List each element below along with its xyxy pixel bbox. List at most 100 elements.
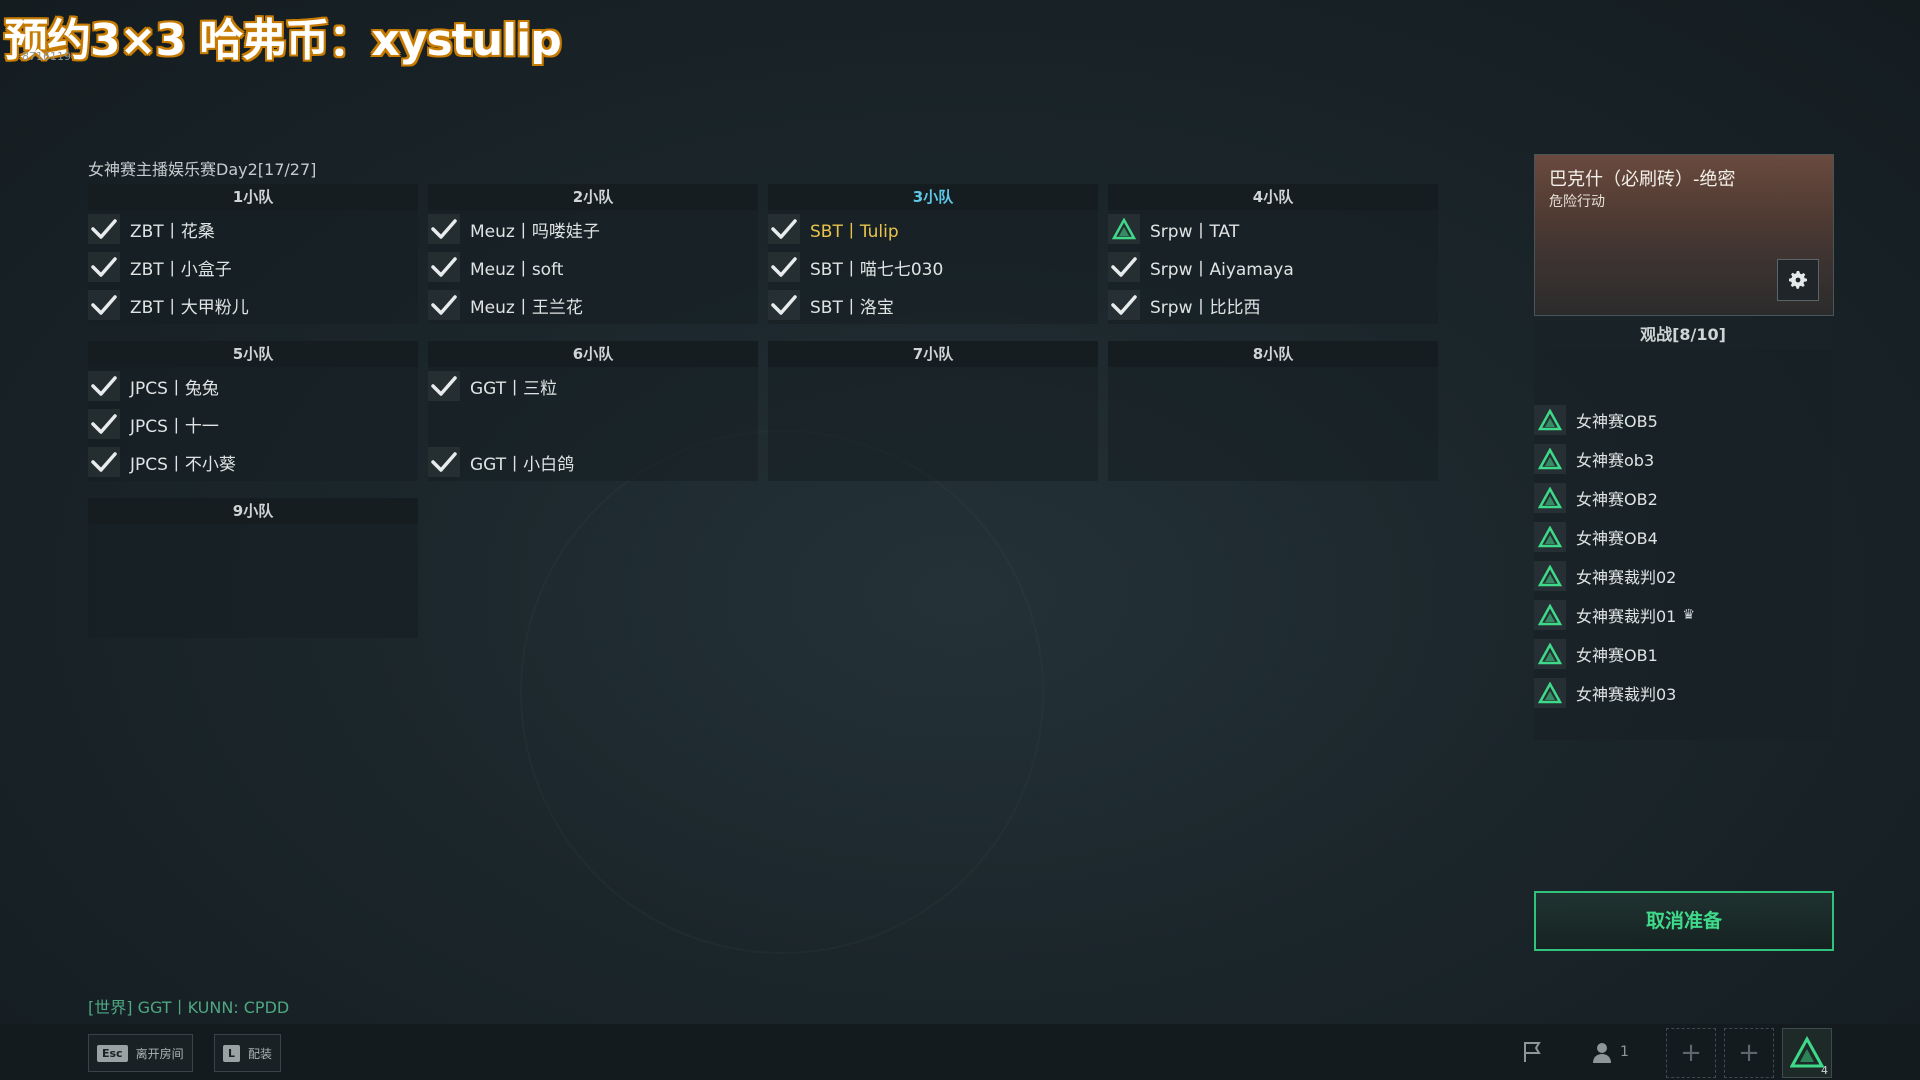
member-name: Meuz丨王兰花 [470, 297, 583, 318]
checkmark-icon [1108, 252, 1140, 282]
checkmark-icon [1108, 290, 1140, 320]
team-member[interactable]: Meuz丨王兰花 [428, 286, 758, 324]
team-member[interactable]: GGT丨小白鸽 [428, 443, 758, 481]
triangle-status-icon [1534, 482, 1566, 513]
triangle-status-icon [1534, 404, 1566, 435]
team-member[interactable]: ZBT丨小盒子 [88, 248, 418, 286]
member-name: ZBT丨花桑 [130, 221, 215, 242]
checkmark-icon [88, 371, 120, 401]
team-member[interactable]: Meuz丨吗喽娃子 [428, 210, 758, 248]
map-card: 巴克什（必刷砖）-绝密 危险行动 [1534, 154, 1834, 316]
triangle-status-icon [1534, 560, 1566, 591]
checkmark-icon [88, 252, 120, 282]
spectator-list: 女神赛OB5 女神赛ob3 女神赛OB2 女神赛OB4 女神赛裁判02 女神赛裁判01 ♛ 女… [1534, 400, 1695, 712]
member-name: SBT丨喵七七030 [810, 259, 944, 280]
team-card[interactable]: 7小队 [768, 341, 1098, 481]
esc-key-icon: Esc [97, 1044, 128, 1062]
team-header: 5小队 [88, 341, 418, 367]
team-header: 3小队 [768, 184, 1098, 210]
spectator-name: 女神赛裁判01 [1576, 606, 1677, 626]
room-name: 女神赛主播娱乐赛Day2[17/27] [88, 160, 317, 179]
team-card[interactable]: 3小队 SBT丨Tulip SBT丨喵七七030 SBT丨洛宝 [768, 184, 1098, 324]
team-member[interactable]: Srpw丨Aiyamaya [1108, 248, 1438, 286]
spectator-item[interactable]: 女神赛裁判03 [1534, 673, 1695, 712]
team-header: 1小队 [88, 184, 418, 210]
leave-room-label: 离开房间 [135, 1046, 184, 1061]
player-count: 1 [1620, 1044, 1629, 1060]
spectator-name: 女神赛OB2 [1576, 489, 1658, 509]
member-name: Meuz丨吗喽娃子 [470, 221, 600, 242]
checkmark-icon [428, 214, 460, 244]
checkmark-icon [88, 290, 120, 320]
team-card[interactable]: 8小队 [1108, 341, 1438, 481]
leave-room-button[interactable]: Esc 离开房间 [88, 1034, 193, 1072]
spectator-item[interactable]: 女神赛裁判02 [1534, 556, 1695, 595]
checkmark-icon [768, 214, 800, 244]
triangle-status-icon [1534, 521, 1566, 552]
member-name: GGT丨小白鸽 [470, 454, 575, 475]
triangle-status-icon [1108, 214, 1140, 244]
member-name: SBT丨洛宝 [810, 297, 894, 318]
team-card[interactable]: 5小队 JPCS丨兔兔 JPCS丨十一 JPCS丨不小葵 [88, 341, 418, 481]
cancel-ready-button[interactable]: 取消准备 [1534, 891, 1834, 951]
spectator-item[interactable]: 女神赛OB1 [1534, 634, 1695, 673]
team-member[interactable]: Srpw丨比比西 [1108, 286, 1438, 324]
spectator-name: 女神赛裁判02 [1576, 567, 1677, 587]
team-card[interactable]: 4小队 Srpw丨TAT Srpw丨Aiyamaya Srpw丨比比西 [1108, 184, 1438, 324]
team-member[interactable]: GGT丨三粒 [428, 367, 758, 405]
checkmark-icon [428, 447, 460, 477]
checkmark-icon [88, 214, 120, 244]
spectator-item[interactable]: 女神赛OB5 [1534, 400, 1695, 439]
checkmark-icon [428, 290, 460, 320]
team-member[interactable]: ZBT丨大甲粉儿 [88, 286, 418, 324]
team-member[interactable]: SBT丨洛宝 [768, 286, 1098, 324]
map-title: 巴克什（必刷砖）-绝密 [1549, 169, 1736, 190]
team-member[interactable]: SBT丨喵七七030 [768, 248, 1098, 286]
team-card[interactable]: 6小队 GGT丨三粒 GGT丨小白鸽 [428, 341, 758, 481]
triangle-status-icon [1534, 599, 1566, 630]
member-name: JPCS丨兔兔 [130, 378, 219, 399]
member-name: Srpw丨Aiyamaya [1150, 259, 1294, 280]
spectator-item[interactable]: 女神赛裁判01 ♛ [1534, 595, 1695, 634]
add-slot-button[interactable]: + [1666, 1028, 1716, 1078]
team-member[interactable]: Srpw丨TAT [1108, 210, 1438, 248]
team-header: 8小队 [1108, 341, 1438, 367]
member-name: ZBT丨小盒子 [130, 259, 232, 280]
team-member[interactable]: ZBT丨花桑 [88, 210, 418, 248]
member-name: SBT丨Tulip [810, 221, 899, 242]
checkmark-icon [768, 252, 800, 282]
team-card[interactable]: 2小队 Meuz丨吗喽娃子 Meuz丨soft Meuz丨王兰花 [428, 184, 758, 324]
spectator-name: 女神赛OB1 [1576, 645, 1658, 665]
spectator-panel: 观战[8/10] 女神赛OB5 女神赛ob3 女神赛OB2 女神赛OB4 女神赛裁判02… [1534, 320, 1832, 740]
team-header: 9小队 [88, 498, 418, 524]
loadout-button[interactable]: L 配装 [214, 1034, 282, 1072]
triangle-status-icon [1534, 443, 1566, 474]
background-emblem [520, 430, 1044, 954]
team-member[interactable]: Meuz丨soft [428, 248, 758, 286]
slot-count: 4 [1821, 1064, 1828, 1077]
players-indicator[interactable]: 1 [1590, 1034, 1629, 1070]
settings-gear-icon[interactable] [1777, 259, 1819, 301]
team-header: 2小队 [428, 184, 758, 210]
spectator-item[interactable]: 女神赛OB2 [1534, 478, 1695, 517]
team-member[interactable]: JPCS丨十一 [88, 405, 418, 443]
squad-slot-triangle[interactable]: 4 [1782, 1028, 1832, 1078]
add-slot-button[interactable]: + [1724, 1028, 1774, 1078]
spectator-item[interactable]: 女神赛OB4 [1534, 517, 1695, 556]
team-header: 4小队 [1108, 184, 1438, 210]
team-card[interactable]: 9小队 [88, 498, 418, 638]
spectator-item[interactable]: 女神赛ob3 [1534, 439, 1695, 478]
member-name: GGT丨三粒 [470, 378, 558, 399]
team-member[interactable]: JPCS丨不小葵 [88, 443, 418, 481]
team-header: 6小队 [428, 341, 758, 367]
flag-icon[interactable] [1520, 1034, 1546, 1070]
team-member[interactable]: JPCS丨兔兔 [88, 367, 418, 405]
team-member[interactable]: SBT丨Tulip [768, 210, 1098, 248]
person-icon [1593, 1043, 1611, 1063]
bottom-bar: Esc 离开房间 L 配装 1 + + 4 [0, 1024, 1920, 1080]
triangle-icon [1790, 1036, 1824, 1068]
l-key-icon: L [223, 1044, 241, 1062]
stream-overlay-text: 预约3×3 哈弗币：xystulip [4, 15, 562, 66]
checkmark-icon [88, 447, 120, 477]
team-card[interactable]: 1小队 ZBT丨花桑 ZBT丨小盒子 ZBT丨大甲粉儿 [88, 184, 418, 324]
